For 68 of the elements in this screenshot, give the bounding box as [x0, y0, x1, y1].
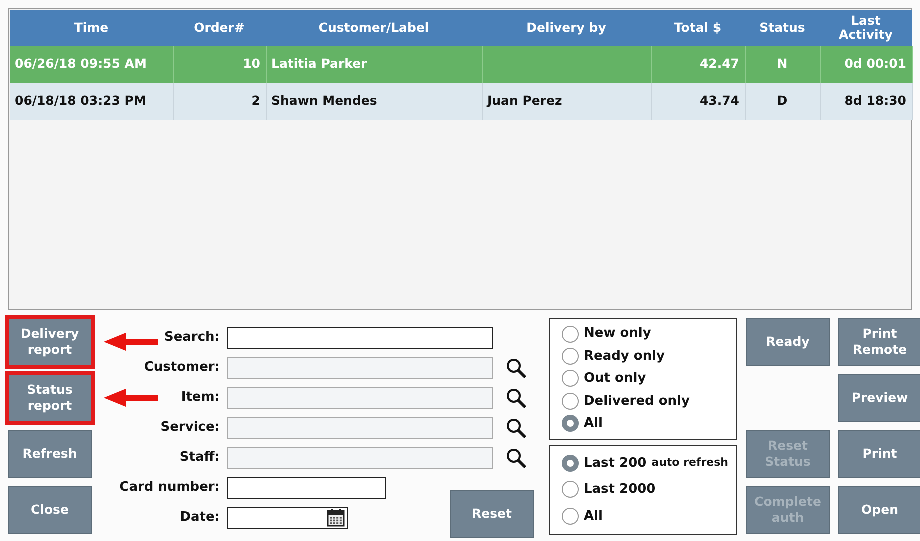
radio-label[interactable]: All — [584, 506, 603, 526]
field-label: Card number: — [120, 479, 220, 498]
input-field[interactable] — [227, 417, 493, 439]
radio-label[interactable]: Last 2000 — [584, 480, 656, 500]
radio-label[interactable]: New only — [584, 324, 652, 344]
button[interactable]: Reset — [450, 490, 534, 538]
radio-button[interactable] — [562, 481, 579, 498]
field-label: Date: — [180, 509, 220, 528]
arrow — [104, 333, 158, 351]
search-icon[interactable] — [506, 418, 526, 438]
radio-label[interactable]: Ready only — [584, 346, 666, 366]
column-header[interactable]: Last Activity — [820, 10, 912, 46]
arrow — [104, 389, 158, 407]
search-icon[interactable] — [506, 448, 526, 468]
input-field[interactable] — [227, 387, 493, 409]
button[interactable]: Status report — [8, 374, 92, 422]
button[interactable]: Delivery report — [8, 318, 92, 366]
radio-button[interactable] — [562, 370, 579, 388]
input-field[interactable] — [227, 357, 493, 379]
button[interactable]: Refresh — [8, 430, 92, 478]
table-cell: 8d 18:30 — [820, 83, 912, 120]
button[interactable]: Print Remote — [838, 318, 920, 366]
field-label: Item: — [181, 389, 220, 408]
table-cell: D — [745, 83, 820, 120]
input-field[interactable] — [227, 327, 493, 349]
field-label: Service: — [160, 419, 220, 438]
table-cell: Latitia Parker — [266, 46, 482, 83]
field-label: Customer: — [144, 359, 220, 378]
input-field[interactable] — [227, 447, 493, 469]
field-label: Search: — [164, 329, 220, 348]
radio-label[interactable]: All — [584, 414, 603, 434]
field-label: Staff: — [180, 449, 220, 468]
table-cell: 06/18/18 03:23 PM — [10, 83, 173, 120]
table-cell: 10 — [173, 46, 266, 83]
search-icon[interactable] — [506, 388, 526, 408]
calendar-icon[interactable] — [327, 509, 345, 527]
table-cell: 42.47 — [651, 46, 745, 83]
radio-button[interactable] — [562, 326, 579, 343]
table-cell: N — [745, 46, 820, 83]
button[interactable]: Preview — [838, 374, 920, 422]
date-field[interactable] — [227, 507, 348, 529]
column-header[interactable]: Status — [745, 10, 820, 46]
radio-label[interactable]: Out only — [584, 369, 646, 389]
button[interactable]: Close — [8, 486, 92, 534]
button[interactable]: Print — [838, 430, 920, 478]
column-header[interactable]: Total $ — [651, 10, 745, 46]
radio-label[interactable]: Last 200 — [584, 454, 647, 474]
column-header[interactable]: Delivery by — [482, 10, 651, 46]
table-cell: 0d 00:01 — [820, 46, 912, 83]
radio-button[interactable] — [562, 415, 579, 432]
column-header[interactable]: Customer/Label — [266, 10, 482, 46]
table-cell: 06/26/18 09:55 AM — [10, 46, 173, 83]
table-cell: Shawn Mendes — [266, 83, 482, 120]
column-header[interactable]: Time — [10, 10, 173, 46]
radio-note: auto refresh — [652, 455, 729, 472]
search-icon[interactable] — [506, 358, 526, 378]
radio-button[interactable] — [562, 348, 579, 366]
radio-label[interactable]: Delivered only — [584, 392, 690, 412]
column-header[interactable]: Order# — [173, 10, 266, 46]
button[interactable]: Open — [838, 486, 920, 534]
table-cell: Juan Perez — [482, 83, 651, 120]
button[interactable]: Ready — [746, 318, 830, 366]
radio-button[interactable] — [562, 508, 579, 526]
radio-button[interactable] — [562, 454, 579, 472]
input-field[interactable] — [227, 477, 386, 499]
table-cell: 2 — [173, 83, 266, 120]
table-cell: 43.74 — [651, 83, 745, 120]
radio-button[interactable] — [562, 392, 579, 410]
